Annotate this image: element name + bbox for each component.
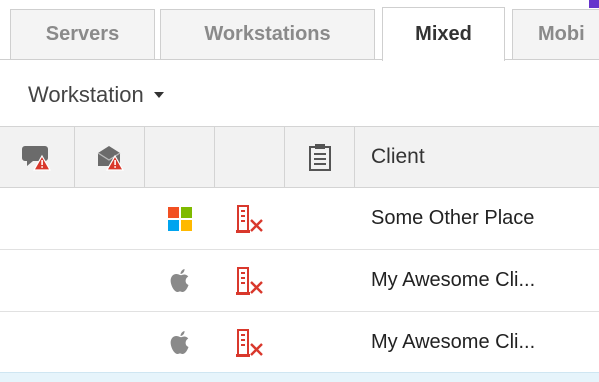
table-row[interactable]: My Awesome Cli... <box>0 250 599 312</box>
tab-divider <box>0 59 599 60</box>
cell-blank <box>0 250 75 311</box>
tab-servers[interactable]: Servers <box>10 9 155 59</box>
workstation-filter-dropdown[interactable]: Workstation <box>28 82 164 108</box>
cell-blank <box>285 188 355 249</box>
tab-mixed[interactable]: Mixed <box>382 7 505 61</box>
apple-icon <box>145 312 215 373</box>
filter-label: Workstation <box>28 82 144 107</box>
client-name: My Awesome Cli... <box>371 331 536 353</box>
chat-alert-icon[interactable] <box>0 127 75 187</box>
server-error-icon[interactable] <box>215 312 285 373</box>
device-grid: Client Some Other Place My Awesome Cli..… <box>0 126 599 374</box>
cell-blank <box>285 250 355 311</box>
caret-down-icon <box>153 92 164 98</box>
table-row[interactable]: Some Other Place <box>0 188 599 250</box>
mail-alert-icon[interactable] <box>75 127 145 187</box>
tab-bar: Servers Workstations Mixed Mobi <box>0 0 599 61</box>
tab-mobile[interactable]: Mobi <box>512 9 599 59</box>
apple-icon <box>145 250 215 311</box>
cell-blank <box>0 312 75 373</box>
client-name: Some Other Place <box>371 207 535 229</box>
table-row[interactable]: My Awesome Cli... <box>0 312 599 374</box>
clipboard-list-icon[interactable] <box>285 127 355 187</box>
server-error-icon[interactable] <box>215 250 285 311</box>
server-error-icon[interactable] <box>215 188 285 249</box>
status-column-header[interactable] <box>215 127 285 187</box>
cell-blank <box>75 250 145 311</box>
grid-header: Client <box>0 126 599 188</box>
windows-icon <box>145 188 215 249</box>
cell-blank <box>285 312 355 373</box>
corner-accent <box>589 0 599 8</box>
cell-blank <box>75 312 145 373</box>
tab-workstations[interactable]: Workstations <box>160 9 375 59</box>
cell-blank <box>75 188 145 249</box>
cell-blank <box>0 188 75 249</box>
client-column-header[interactable]: Client <box>355 127 599 187</box>
selected-row[interactable] <box>0 372 599 382</box>
client-name: My Awesome Cli... <box>371 269 536 291</box>
os-column-header[interactable] <box>145 127 215 187</box>
